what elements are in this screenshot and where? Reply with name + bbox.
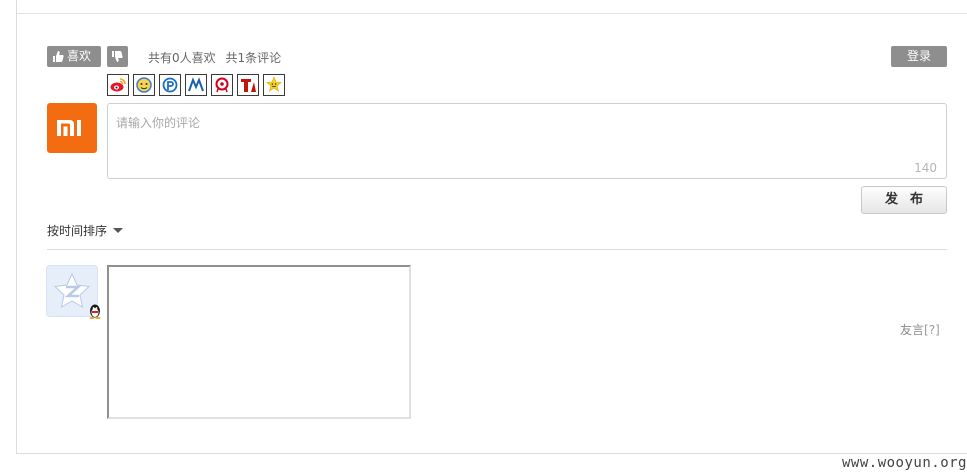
smiley-icon[interactable] — [263, 74, 285, 96]
xiaomi-logo — [47, 103, 97, 153]
dislike-button[interactable] — [107, 46, 128, 67]
qq-penguin-icon — [87, 302, 103, 319]
char-count: 140 — [914, 161, 937, 175]
pengyou-icon[interactable] — [159, 74, 181, 96]
qzone-star-icon — [53, 272, 91, 308]
sort-label: 按时间排序 — [47, 224, 108, 238]
like-count-text: 共有0人喜欢 — [148, 51, 216, 65]
embedded-frame — [107, 265, 411, 419]
comment-input[interactable] — [108, 104, 946, 178]
comment-count-text: 共1条评论 — [225, 51, 282, 65]
sina-weibo-icon[interactable] — [107, 74, 129, 96]
renren-icon[interactable] — [185, 74, 207, 96]
thumbs-up-icon — [52, 49, 64, 70]
netease-icon[interactable] — [211, 74, 233, 96]
youyan-link[interactable]: 友言[?] — [900, 321, 940, 338]
like-label: 喜欢 — [67, 49, 92, 63]
xiaomi-logo-mark — [57, 120, 81, 136]
youyan-label: 友言 — [900, 323, 925, 337]
caret-down-icon — [113, 228, 124, 233]
publish-button[interactable]: 发布 — [861, 186, 947, 214]
watermark: www.wooyun.org — [841, 455, 967, 471]
list-divider — [47, 249, 947, 250]
thumbs-down-icon — [111, 49, 123, 70]
top-divider — [17, 13, 967, 14]
interaction-stats: 共有0人喜欢 共1条评论 — [148, 49, 287, 66]
like-button[interactable]: 喜欢 — [47, 46, 101, 67]
comment-box: 140 — [107, 103, 947, 179]
qzone-icon[interactable] — [133, 74, 155, 96]
youyan-help[interactable]: [?] — [924, 323, 940, 337]
share-icons-row — [107, 74, 285, 96]
tianya-icon[interactable] — [237, 74, 259, 96]
sort-dropdown[interactable]: 按时间排序 — [47, 222, 124, 239]
login-button[interactable]: 登录 — [891, 46, 947, 67]
